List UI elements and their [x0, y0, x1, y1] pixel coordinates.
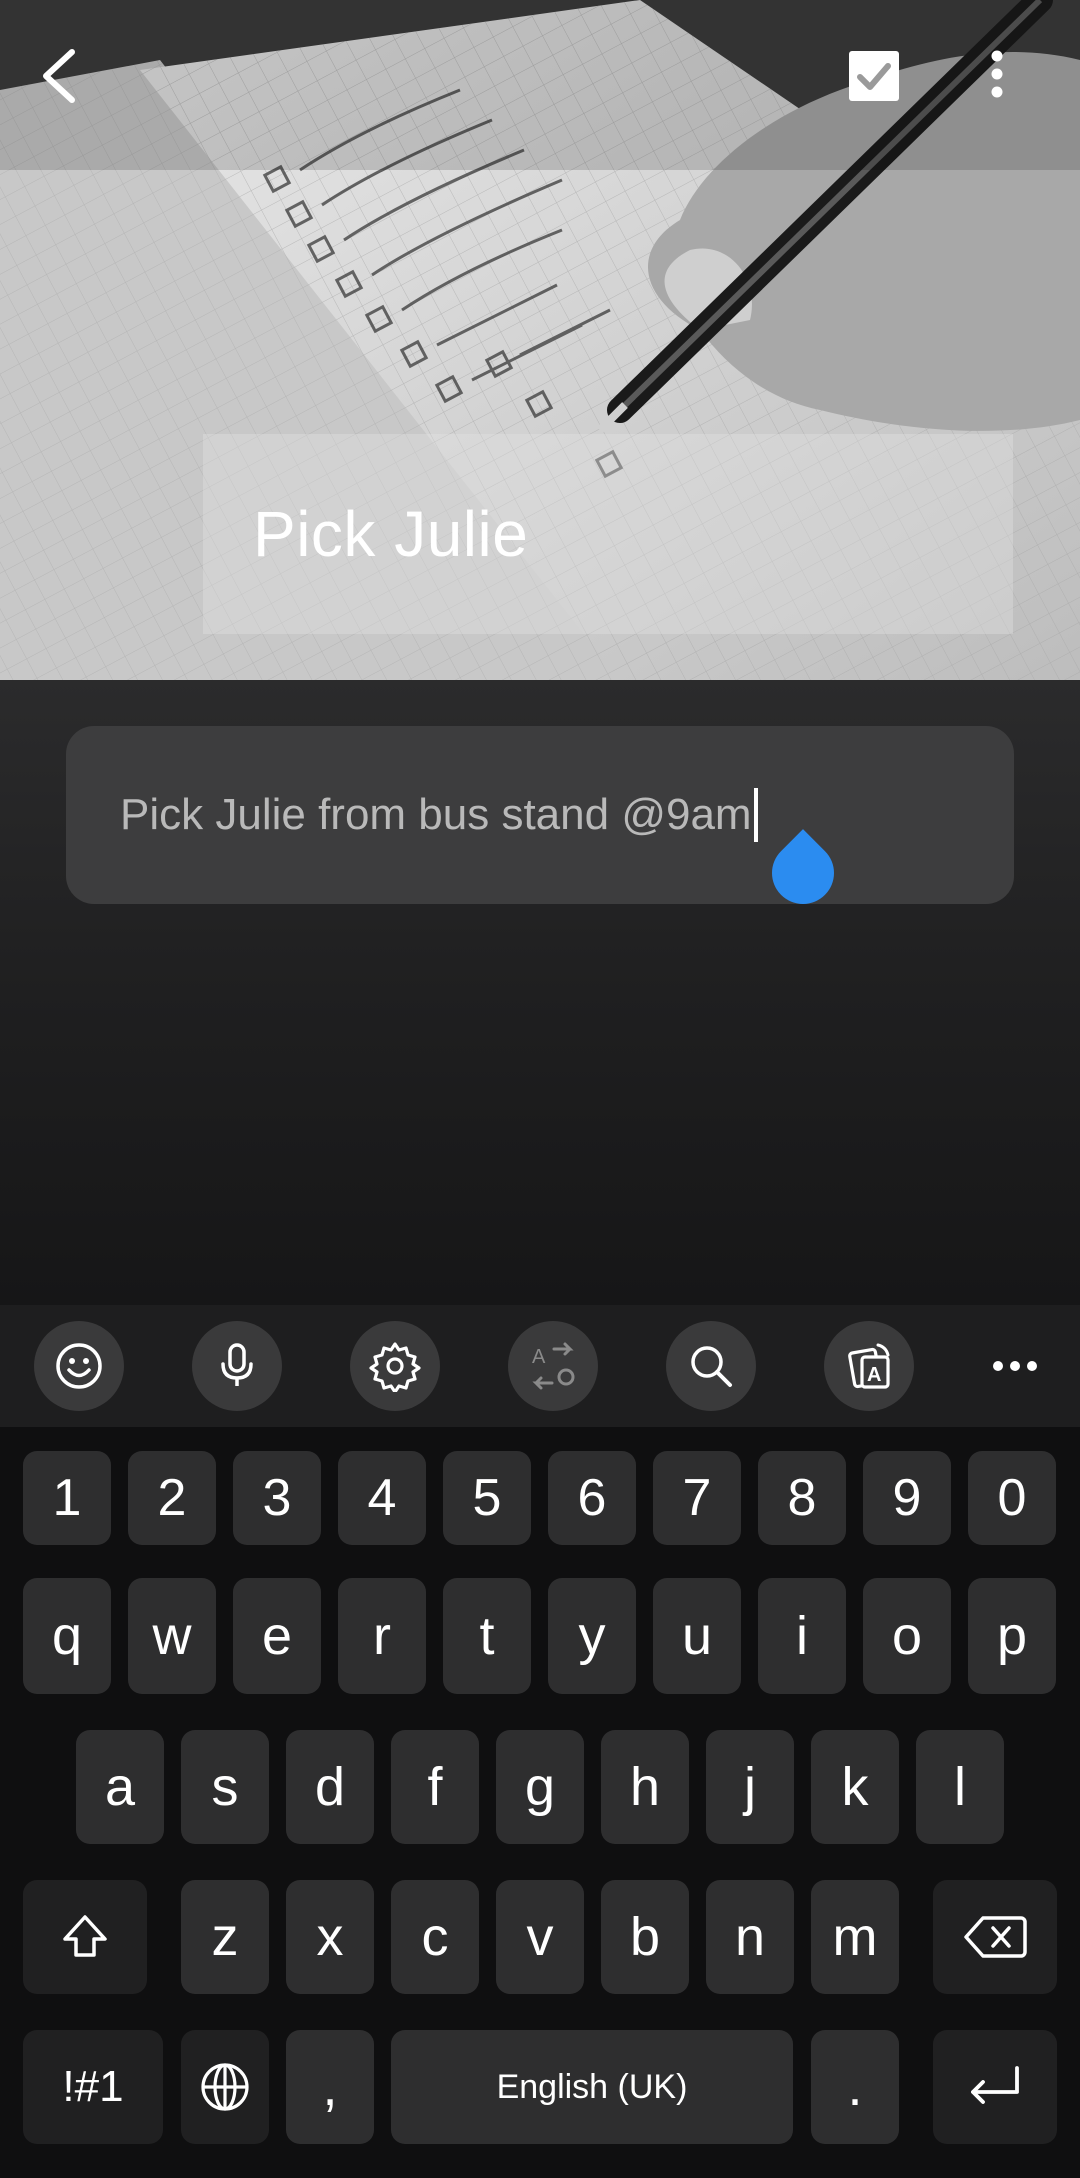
- translate-button[interactable]: A: [508, 1321, 598, 1411]
- emoji-icon: [56, 1343, 102, 1389]
- key-e[interactable]: e: [233, 1578, 321, 1694]
- key-n[interactable]: n: [706, 1880, 794, 1994]
- gear-icon: [369, 1342, 421, 1392]
- note-content-area: Pick Julie from bus stand @9am: [0, 680, 1080, 1305]
- key-5[interactable]: 5: [443, 1451, 531, 1545]
- note-title: Pick Julie: [253, 498, 529, 570]
- key-i[interactable]: i: [758, 1578, 846, 1694]
- keyboard-settings-button[interactable]: [350, 1321, 440, 1411]
- key-v[interactable]: v: [496, 1880, 584, 1994]
- key-r[interactable]: r: [338, 1578, 426, 1694]
- key-p[interactable]: p: [968, 1578, 1056, 1694]
- key-y[interactable]: y: [548, 1578, 636, 1694]
- key-k[interactable]: k: [811, 1730, 899, 1844]
- done-button[interactable]: [848, 50, 908, 110]
- key-q[interactable]: q: [23, 1578, 111, 1694]
- more-horizontal-icon: [993, 1361, 1037, 1371]
- key-t[interactable]: t: [443, 1578, 531, 1694]
- text-cursor: [753, 788, 758, 842]
- key-f[interactable]: f: [391, 1730, 479, 1844]
- key-m[interactable]: m: [811, 1880, 899, 1994]
- period-key[interactable]: .: [811, 2030, 899, 2144]
- key-l[interactable]: l: [916, 1730, 1004, 1844]
- key-u[interactable]: u: [653, 1578, 741, 1694]
- note-title-box[interactable]: Pick Julie: [203, 434, 1013, 634]
- text-extract-button[interactable]: A: [824, 1321, 914, 1411]
- note-body-text: Pick Julie from bus stand @9am: [120, 790, 752, 839]
- soft-keyboard: 1 2 3 4 5 6 7 8 9 0 q w e r t y u i o p …: [0, 1427, 1080, 2178]
- top-app-bar: [0, 0, 1080, 170]
- key-6[interactable]: 6: [548, 1451, 636, 1545]
- text-extract-icon: A: [848, 1343, 890, 1389]
- checkbox-icon: [849, 51, 899, 101]
- back-arrow-icon: [43, 49, 75, 103]
- key-z[interactable]: z: [181, 1880, 269, 1994]
- space-key[interactable]: English (UK): [391, 2030, 793, 2144]
- microphone-icon: [221, 1343, 253, 1386]
- header-image: Pick Julie: [0, 0, 1080, 680]
- symbols-key[interactable]: !#1: [23, 2030, 163, 2144]
- comma-key[interactable]: ,: [286, 2030, 374, 2144]
- toolbar-more-button[interactable]: [970, 1321, 1060, 1411]
- more-options-button[interactable]: [990, 50, 1038, 110]
- back-button[interactable]: [36, 46, 116, 126]
- key-7[interactable]: 7: [653, 1451, 741, 1545]
- globe-icon: [201, 2063, 249, 2111]
- key-4[interactable]: 4: [338, 1451, 426, 1545]
- key-j[interactable]: j: [706, 1730, 794, 1844]
- backspace-icon: [964, 1916, 1027, 1958]
- shift-key[interactable]: [23, 1880, 147, 1994]
- key-1[interactable]: 1: [23, 1451, 111, 1545]
- key-8[interactable]: 8: [758, 1451, 846, 1545]
- key-o[interactable]: o: [863, 1578, 951, 1694]
- key-h[interactable]: h: [601, 1730, 689, 1844]
- enter-key[interactable]: [933, 2030, 1057, 2144]
- key-a[interactable]: a: [76, 1730, 164, 1844]
- backspace-key[interactable]: [933, 1880, 1057, 1994]
- key-c[interactable]: c: [391, 1880, 479, 1994]
- svg-text:A: A: [532, 1346, 546, 1368]
- search-icon: [691, 1346, 732, 1387]
- note-text-field[interactable]: Pick Julie from bus stand @9am: [66, 726, 1014, 904]
- key-w[interactable]: w: [128, 1578, 216, 1694]
- more-vertical-icon: [991, 50, 1003, 98]
- voice-input-button[interactable]: [192, 1321, 282, 1411]
- key-x[interactable]: x: [286, 1880, 374, 1994]
- key-0[interactable]: 0: [968, 1451, 1056, 1545]
- translate-icon: A: [532, 1342, 575, 1390]
- search-button[interactable]: [666, 1321, 756, 1411]
- key-2[interactable]: 2: [128, 1451, 216, 1545]
- language-key[interactable]: [181, 2030, 269, 2144]
- key-9[interactable]: 9: [863, 1451, 951, 1545]
- key-g[interactable]: g: [496, 1730, 584, 1844]
- key-b[interactable]: b: [601, 1880, 689, 1994]
- svg-text:A: A: [867, 1364, 881, 1386]
- key-3[interactable]: 3: [233, 1451, 321, 1545]
- shift-icon: [63, 1915, 107, 1957]
- key-s[interactable]: s: [181, 1730, 269, 1844]
- enter-icon: [971, 2066, 1019, 2104]
- keyboard-toolbar: A A: [0, 1305, 1080, 1427]
- emoji-button[interactable]: [34, 1321, 124, 1411]
- key-d[interactable]: d: [286, 1730, 374, 1844]
